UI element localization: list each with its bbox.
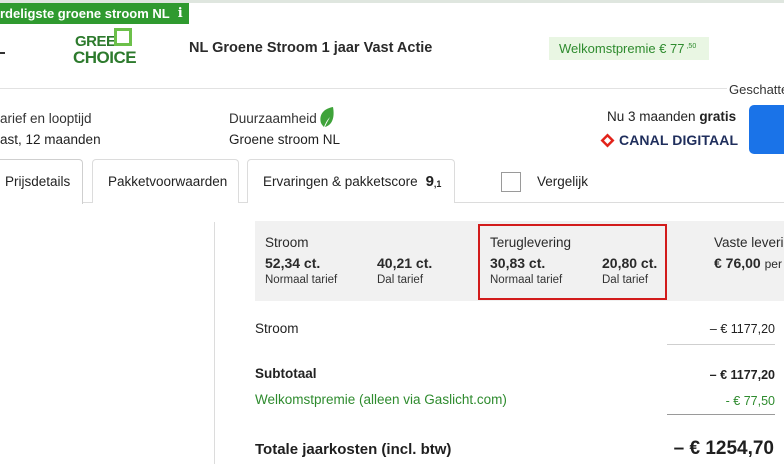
compare-label[interactable]: Vergelijk <box>537 174 588 189</box>
badge-text: rdeligste groene stroom NL <box>0 6 170 21</box>
contract-value: ast, 12 maanden <box>0 132 101 147</box>
promo-text-prefix: Nu 3 maanden <box>607 109 700 124</box>
total-separator <box>667 414 775 415</box>
tab-ervaringen[interactable]: Ervaringen & pakketscore 9,1 <box>247 159 455 203</box>
header-divider <box>0 88 784 89</box>
stroom-dal-label: Dal tarief <box>377 274 424 286</box>
tab-pakketvoorwaarden[interactable]: Pakketvoorwaarden <box>92 159 239 203</box>
sidebar-divider <box>214 222 215 464</box>
collapse-dash-icon <box>0 52 5 54</box>
tab-label: Prijsdetails <box>5 174 71 189</box>
stroom-normal-value: 52,34 ct. <box>265 255 321 271</box>
vaste-levering-value-row: € 76,00 per <box>714 255 782 271</box>
stroom-dal-value: 40,21 ct. <box>377 255 433 271</box>
score-integer: 9 <box>425 173 434 190</box>
welcome-bonus-row-label: Welkomstpremie (alleen via Gaslicht.com) <box>255 392 507 407</box>
subtotal-value: – € 1177,20 <box>709 368 775 382</box>
total-cost-label: Totale jaarkosten (incl. btw) <box>255 441 452 458</box>
tab-prijsdetails[interactable]: Prijsdetails <box>0 159 83 204</box>
welcome-bonus-badge: Welkomstpremie € 77,50 <box>549 37 709 60</box>
canal-digitaal-icon <box>600 133 615 147</box>
order-button[interactable] <box>749 105 784 154</box>
teruglevering-highlight-box <box>478 224 667 300</box>
best-choice-badge: rdeligste groene stroom NL i <box>0 3 189 24</box>
sustainability-label: Duurzaamheid <box>229 111 317 126</box>
total-cost-value: – € 1254,70 <box>673 438 774 459</box>
welcome-bonus-row-value: - € 77,50 <box>725 394 775 408</box>
product-title[interactable]: NL Groene Stroom 1 jaar Vast Actie <box>189 40 432 56</box>
estimate-label: Geschatte <box>727 82 784 97</box>
canal-digitaal-logo: CANAL DIGITAAL <box>600 132 738 148</box>
subtotal-label: Subtotaal <box>255 366 317 381</box>
cost-stroom-value: – € 1177,20 <box>709 322 775 336</box>
contract-label: arief en looptijd <box>0 111 92 126</box>
cost-separator <box>667 344 775 345</box>
promo-text: Nu 3 maanden gratis <box>607 109 736 124</box>
score-decimal: ,1 <box>433 179 442 189</box>
canal-digitaal-wordmark: CANAL DIGITAAL <box>619 132 739 148</box>
stroom-normal-label: Normaal tarief <box>265 274 338 286</box>
welcome-bonus-cents: ,50 <box>686 43 697 50</box>
stroom-title: Stroom <box>265 235 309 250</box>
supplier-logo: GREEN CHOICE <box>73 27 137 71</box>
tab-label: Ervaringen & pakketscore <box>263 174 418 189</box>
info-icon[interactable]: i <box>178 3 183 24</box>
leaf-icon <box>320 107 334 127</box>
cost-stroom-label: Stroom <box>255 321 299 336</box>
vaste-levering-value: € 76,00 <box>714 255 761 271</box>
vaste-levering-suffix: per <box>764 257 782 271</box>
logo-text-line2: CHOICE <box>73 48 137 67</box>
package-score: 9,1 <box>426 173 442 190</box>
vaste-levering-title: Vaste levering <box>714 235 784 250</box>
compare-checkbox[interactable] <box>501 172 521 192</box>
sustainability-value: Groene stroom NL <box>229 132 341 147</box>
tab-label: Pakketvoorwaarden <box>108 174 228 189</box>
logo-square-icon <box>114 28 132 46</box>
promo-text-bold: gratis <box>699 109 737 124</box>
welcome-bonus-label: Welkomstpremie € 77 <box>559 41 685 56</box>
